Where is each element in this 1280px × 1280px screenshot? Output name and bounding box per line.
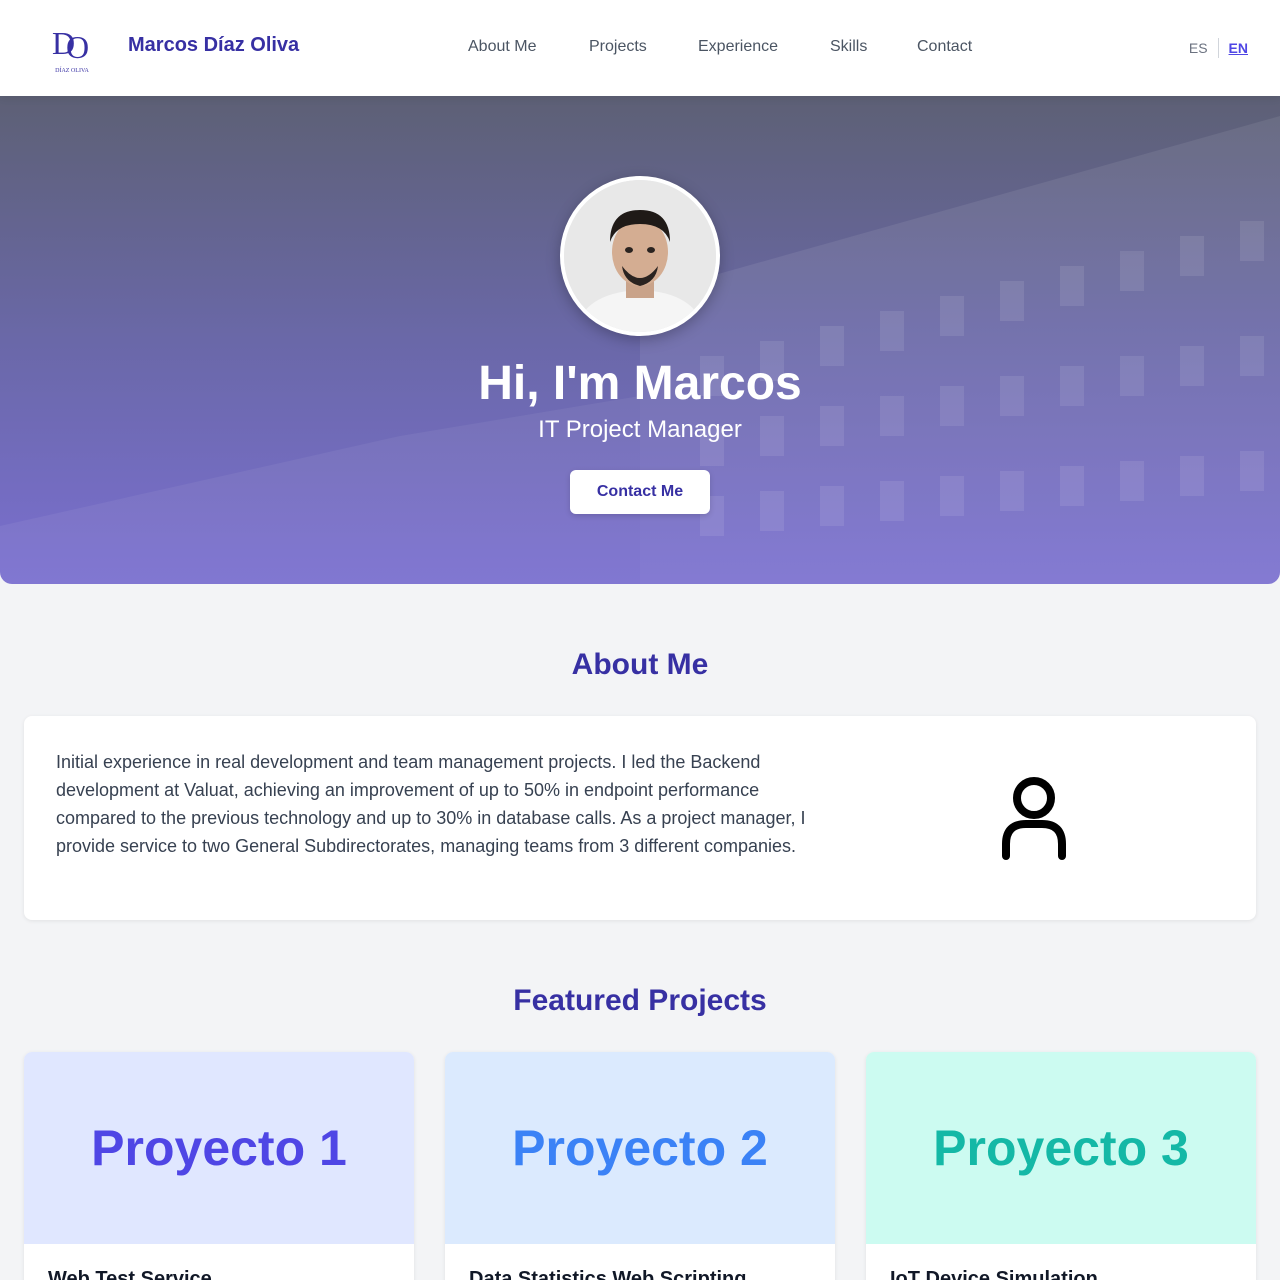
lang-en-button[interactable]: EN [1229, 40, 1248, 56]
project-card-3[interactable]: Proyecto 3 IoT Device Simulation [866, 1052, 1256, 1280]
about-card: Initial experience in real development a… [24, 716, 1256, 920]
monogram-logo-icon: D O DÍAZ OLIVA [52, 25, 90, 74]
project-name: Web Test Service [48, 1268, 212, 1280]
project-card-1[interactable]: Proyecto 1 Web Test Service [24, 1052, 414, 1280]
project-banner: Proyecto 3 [866, 1052, 1256, 1244]
nav-contact[interactable]: Contact [917, 38, 972, 56]
project-banner: Proyecto 2 [445, 1052, 835, 1244]
user-icon [1000, 776, 1068, 860]
hero-title: Hi, I'm Marcos [478, 357, 802, 410]
logo[interactable]: D O DÍAZ OLIVA [48, 20, 96, 76]
nav-projects[interactable]: Projects [589, 38, 647, 56]
about-section-title: About Me [571, 648, 709, 681]
nav-skills[interactable]: Skills [830, 38, 867, 56]
nav-about-me[interactable]: About Me [468, 38, 536, 56]
projects-section-title: Featured Projects [513, 984, 767, 1017]
svg-text:O: O [66, 29, 89, 65]
lang-es-button[interactable]: ES [1189, 40, 1208, 56]
site-header: D O DÍAZ OLIVA Marcos Díaz Oliva About M… [0, 0, 1280, 96]
logo-text: DÍAZ OLIVA [55, 66, 89, 74]
language-switcher: ES EN [1189, 38, 1248, 58]
hero-section: Hi, I'm Marcos IT Project Manager Contac… [0, 96, 1280, 584]
profile-avatar [560, 176, 720, 336]
brand-name[interactable]: Marcos Díaz Oliva [128, 34, 299, 57]
project-name: IoT Device Simulation [890, 1268, 1098, 1280]
contact-me-button[interactable]: Contact Me [570, 470, 710, 514]
about-text: Initial experience in real development a… [56, 752, 806, 856]
project-banner: Proyecto 1 [24, 1052, 414, 1244]
project-name: Data Statistics Web Scripting [469, 1268, 747, 1280]
hero-subtitle: IT Project Manager [538, 416, 742, 443]
nav-experience[interactable]: Experience [698, 38, 778, 56]
project-card-2[interactable]: Proyecto 2 Data Statistics Web Scripting [445, 1052, 835, 1280]
lang-divider [1217, 38, 1219, 58]
profile-photo-icon [564, 180, 716, 332]
